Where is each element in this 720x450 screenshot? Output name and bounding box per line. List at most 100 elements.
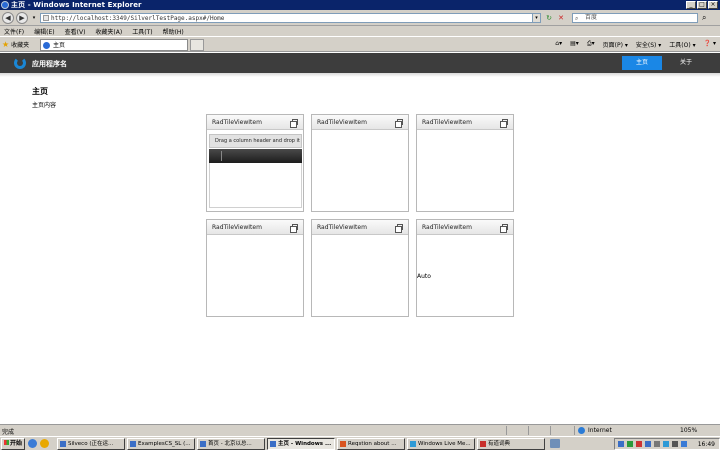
zone-label: Internet — [588, 427, 612, 434]
maximize-button[interactable]: □ — [697, 1, 707, 9]
tile-title: RadTileViewItem — [212, 224, 262, 231]
taskbar-item-active[interactable]: 主页 - Windows ... — [267, 438, 335, 450]
tile-header[interactable]: RadTileViewItem — [417, 115, 513, 130]
quick-launch-folder-icon[interactable] — [40, 439, 49, 448]
app-icon — [200, 441, 206, 447]
menu-item-view[interactable]: 查看(V) — [65, 27, 86, 36]
maximize-icon[interactable] — [395, 119, 403, 128]
favorites-label: 收藏夹 — [11, 42, 30, 49]
tile-header[interactable]: RadTileViewItem — [207, 220, 303, 235]
app-name: 应用程序名 — [32, 60, 67, 68]
status-bar: 完成 Internet 105% — [0, 424, 720, 436]
taskbar-item[interactable]: Reqstion about ... — [337, 438, 405, 450]
search-input[interactable]: ⌕ 百度 — [572, 13, 698, 23]
app-icon — [60, 441, 66, 447]
tile-title: RadTileViewItem — [317, 224, 367, 231]
taskbar-item[interactable]: 有道词典 — [477, 438, 545, 450]
page-title: 主页 — [32, 87, 48, 96]
maximize-icon[interactable] — [500, 119, 508, 128]
page-icon — [43, 15, 49, 21]
forward-button[interactable]: ▶ — [16, 12, 28, 24]
tile-item[interactable]: RadTileViewItem — [311, 114, 409, 212]
command-page[interactable]: 页面(P) ▾ — [603, 40, 628, 49]
tile-item[interactable]: RadTileViewItem Auto — [416, 219, 514, 317]
window-title-bar: 主页 - Windows Internet Explorer _ □ × — [0, 0, 720, 10]
stop-icon[interactable]: ✕ — [556, 13, 566, 23]
command-safety[interactable]: 安全(S) ▾ — [636, 40, 661, 49]
column-divider[interactable] — [221, 151, 222, 161]
taskbar-item[interactable]: ExamplesCS_SL (... — [127, 438, 195, 450]
tray-icon[interactable] — [645, 441, 651, 447]
taskbar-item-label: Reqstion about ... — [348, 441, 397, 447]
grid-group-panel[interactable]: Drag a column header and drop it here to… — [209, 134, 302, 148]
volume-icon[interactable] — [672, 441, 678, 447]
command-help[interactable]: ❓ ▾ — [704, 40, 716, 49]
nav-about-link[interactable]: 关于 — [676, 56, 696, 70]
zoom-level[interactable]: 105% — [680, 427, 697, 434]
app-icon — [130, 441, 136, 447]
address-toolbar: ◀ ▶ ▾ http://localhost:3349/SilverlTestP… — [0, 10, 720, 26]
start-button[interactable]: 开始 — [1, 438, 25, 450]
nav-home-button[interactable]: 主页 — [622, 56, 662, 70]
address-dropdown-button[interactable]: ▾ — [532, 13, 541, 23]
tray-icon[interactable] — [627, 441, 633, 447]
tray-icon[interactable] — [654, 441, 660, 447]
security-zone[interactable]: Internet — [578, 427, 612, 434]
grid-header-row[interactable] — [209, 149, 302, 163]
tray-icon[interactable] — [663, 441, 669, 447]
new-tab-button[interactable] — [190, 39, 204, 51]
search-provider-icon: ⌕ — [575, 15, 579, 22]
quick-launch-ie-icon[interactable] — [28, 439, 37, 448]
tray-icon[interactable] — [636, 441, 642, 447]
status-divider — [528, 426, 529, 435]
keyboard-icon[interactable] — [550, 439, 560, 448]
menu-item-help[interactable]: 帮助(H) — [163, 27, 184, 36]
close-button[interactable]: × — [708, 1, 718, 9]
menu-item-file[interactable]: 文件(F) — [4, 27, 24, 36]
tile-item[interactable]: RadTileViewItem Drag a column header and… — [206, 114, 304, 212]
tile-header[interactable]: RadTileViewItem — [417, 220, 513, 235]
command-tools[interactable]: 工具(O) ▾ — [669, 40, 695, 49]
maximize-icon[interactable] — [290, 224, 298, 233]
star-icon: ★ — [2, 40, 10, 49]
minimize-button[interactable]: _ — [686, 1, 696, 9]
header-shadow — [0, 73, 720, 77]
refresh-icon[interactable]: ↻ — [544, 13, 554, 23]
tile-header[interactable]: RadTileViewItem — [207, 115, 303, 130]
taskbar-item[interactable]: Silveco (正在运... — [57, 438, 125, 450]
tile-item[interactable]: RadTileViewItem — [311, 219, 409, 317]
tab-home[interactable]: 主页 — [40, 39, 188, 51]
feeds-icon[interactable]: ▤▾ — [570, 40, 579, 49]
tile-title: RadTileViewItem — [422, 224, 472, 231]
print-icon[interactable]: ⎙▾ — [587, 40, 595, 49]
tile-title: RadTileViewItem — [212, 119, 262, 126]
menu-item-tools[interactable]: 工具(T) — [132, 27, 152, 36]
menu-item-edit[interactable]: 编辑(E) — [34, 27, 54, 36]
tile-content-text: Auto — [417, 273, 431, 280]
tile-header[interactable]: RadTileViewItem — [312, 220, 408, 235]
search-icon[interactable]: ⌕ — [702, 13, 706, 23]
back-button[interactable]: ◀ — [2, 12, 14, 24]
menu-item-favorites[interactable]: 收藏夹(A) — [95, 27, 122, 36]
tile-header[interactable]: RadTileViewItem — [312, 115, 408, 130]
tile-item[interactable]: RadTileViewItem — [206, 219, 304, 317]
home-icon[interactable]: ⌂▾ — [555, 40, 562, 49]
window-title: 主页 - Windows Internet Explorer — [11, 1, 142, 9]
maximize-icon[interactable] — [500, 224, 508, 233]
tray-icon[interactable] — [618, 441, 624, 447]
address-input[interactable]: http://localhost:3349/SilverlTestPage.as… — [40, 13, 540, 23]
app-header: 应用程序名 主页 关于 — [0, 53, 720, 73]
favorites-button[interactable]: ★ 收藏夹 — [2, 40, 29, 49]
clock[interactable]: 16:49 — [698, 441, 715, 448]
maximize-icon[interactable] — [290, 119, 298, 128]
tile-item[interactable]: RadTileViewItem — [416, 114, 514, 212]
taskbar-item[interactable]: 首页 - 北京以总... — [197, 438, 265, 450]
network-icon[interactable] — [681, 441, 687, 447]
taskbar-item[interactable]: Windows Live Me... — [407, 438, 475, 450]
maximize-icon[interactable] — [395, 224, 403, 233]
nav-history-dropdown[interactable]: ▾ — [29, 13, 39, 23]
url-text: http://localhost:3349/SilverlTestPage.as… — [51, 15, 225, 22]
grid-body[interactable] — [209, 163, 302, 208]
page-subtitle: 主页内容 — [32, 102, 57, 109]
status-divider — [574, 426, 575, 435]
